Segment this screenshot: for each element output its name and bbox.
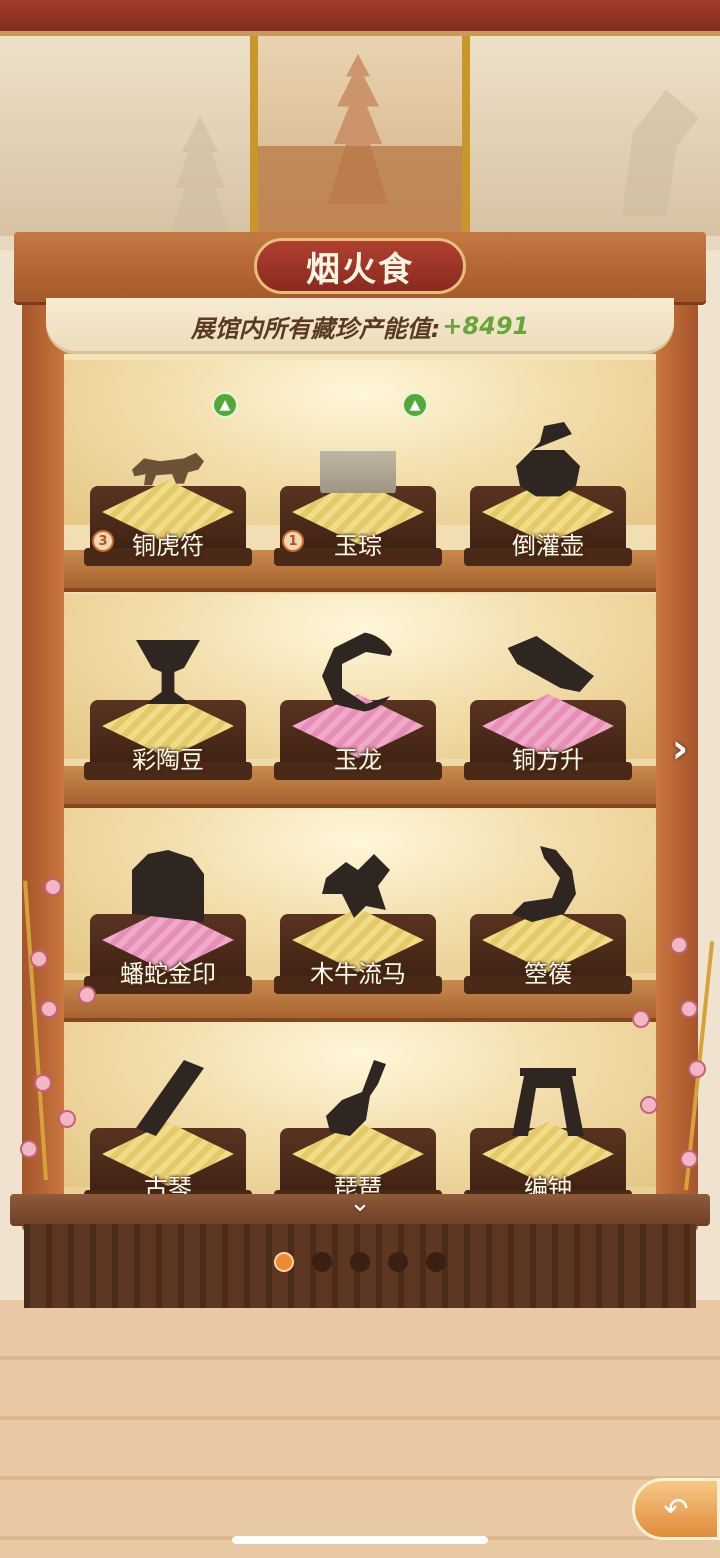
plum-blossom bbox=[30, 950, 48, 968]
collection-slot-jade-dragon[interactable]: 玉龙 bbox=[272, 632, 444, 794]
item-name: 彩陶豆 bbox=[132, 746, 204, 774]
chevron-right-icon[interactable]: › bbox=[662, 726, 698, 772]
page-dot-4[interactable] bbox=[388, 1252, 408, 1272]
plum-blossom bbox=[632, 1010, 650, 1028]
jade-cong-icon bbox=[320, 451, 396, 493]
plum-blossom bbox=[640, 1096, 658, 1114]
item-name: 木牛流马 bbox=[310, 960, 406, 988]
plum-blossom bbox=[40, 1000, 58, 1018]
collection-slot-tiger-tally[interactable]: ▲ 3 铜虎符 bbox=[82, 392, 254, 580]
item-name: 蟠蛇金印 bbox=[120, 960, 216, 988]
page-dot-1[interactable] bbox=[274, 1252, 294, 1272]
teapot-silhouette-icon bbox=[516, 422, 580, 497]
background-panel-left bbox=[0, 36, 255, 236]
production-value-bar: 展馆内所有藏珍产能值: +8491 bbox=[46, 298, 674, 354]
top-roof-strip bbox=[0, 0, 720, 36]
hall-title: 烟火食 bbox=[306, 249, 414, 290]
item-name: 箜篌 bbox=[524, 960, 572, 988]
item-name: 倒灌壶 bbox=[512, 532, 584, 560]
production-value-number: +8491 bbox=[442, 312, 530, 340]
upgrade-arrow-icon[interactable]: ▲ bbox=[402, 392, 428, 418]
plum-blossom bbox=[34, 1074, 52, 1092]
wooden-floor bbox=[0, 1300, 720, 1558]
item-name: 铜方升 bbox=[512, 746, 584, 774]
upgrade-arrow-icon[interactable]: ▲ bbox=[212, 392, 238, 418]
hall-title-plate: 烟火食 bbox=[254, 238, 466, 294]
page-dot-3[interactable] bbox=[350, 1252, 370, 1272]
collection-slot-pottery-cup[interactable]: 彩陶豆 bbox=[82, 640, 254, 794]
gold-seal-silhouette-icon bbox=[132, 850, 204, 922]
page-dot-5[interactable] bbox=[426, 1252, 446, 1272]
plum-blossom bbox=[78, 986, 96, 1004]
back-arrow-icon: ↶ bbox=[663, 1491, 689, 1527]
collection-slot-gold-seal[interactable]: 蟠蛇金印 bbox=[82, 850, 254, 1008]
collection-slot-wooden-ox[interactable]: 木牛流马 bbox=[272, 854, 444, 1008]
page-indicator bbox=[0, 1252, 720, 1274]
back-button[interactable]: ↶ bbox=[632, 1478, 720, 1540]
production-value-label: 展馆内所有藏珍产能值: bbox=[190, 314, 441, 343]
item-name: 玉琮 bbox=[334, 532, 382, 560]
collection-slot-harp[interactable]: 箜篌 bbox=[462, 846, 634, 1008]
plum-blossom bbox=[44, 878, 62, 896]
background-panel-right bbox=[470, 36, 720, 236]
plum-blossom bbox=[680, 1000, 698, 1018]
item-name: 玉龙 bbox=[334, 746, 382, 774]
plum-blossom bbox=[680, 1150, 698, 1168]
collection-slot-teapot[interactable]: 倒灌壶 bbox=[462, 422, 634, 580]
center-banner bbox=[250, 36, 470, 236]
collection-slot-jade-cong[interactable]: ▲ 1 玉琮 bbox=[272, 392, 444, 580]
item-name: 铜虎符 bbox=[132, 532, 204, 560]
plum-blossom bbox=[688, 1060, 706, 1078]
plum-blossom bbox=[20, 1140, 38, 1158]
plum-blossom bbox=[58, 1110, 76, 1128]
home-indicator[interactable] bbox=[232, 1536, 488, 1544]
collection-slot-bronze-measure[interactable]: 铜方升 bbox=[462, 636, 634, 794]
page-dot-2[interactable] bbox=[312, 1252, 332, 1272]
chevron-down-icon[interactable]: ⌄ bbox=[340, 1188, 380, 1218]
plum-blossom bbox=[670, 936, 688, 954]
